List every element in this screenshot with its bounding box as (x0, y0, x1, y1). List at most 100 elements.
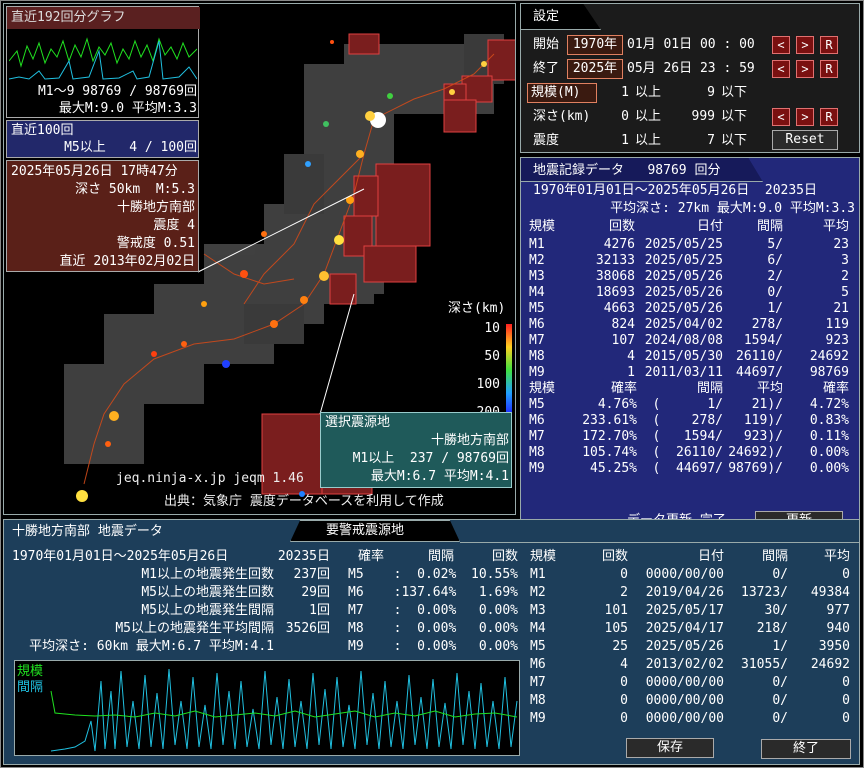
prob-head-rate: 確率 (357, 549, 384, 564)
start-reset-button[interactable]: R (820, 36, 838, 54)
start-prev-button[interactable]: < (772, 36, 790, 54)
prob-count: 0.00% (478, 621, 518, 636)
region-cell: 0/ (772, 567, 788, 582)
region-stat-value (274, 638, 330, 656)
region-head-cell: 日付 (697, 549, 724, 564)
region-cell: 2019/04/26 (645, 585, 724, 600)
records-head-cell: 回数 (608, 219, 635, 234)
records-prob-cell: 98769)/ (728, 461, 783, 476)
prob-interval: : 0.00% (378, 603, 457, 618)
prob-count: 1.69% (478, 585, 518, 600)
intensity-min[interactable]: 1 (601, 132, 629, 150)
records-head-cell: 日付 (696, 219, 723, 234)
region-cell: 0000/00/00 (645, 567, 724, 582)
end-reset-button[interactable]: R (820, 60, 838, 78)
records-head-cell: 間隔 (756, 219, 783, 234)
records-prob-cell: ( 44697/ (652, 461, 723, 476)
depth-prev-button[interactable]: < (772, 108, 790, 126)
records-prob-cell: M9 (529, 461, 545, 476)
latest-place: 十勝地方南部 (116, 200, 195, 215)
region-cell: 0000/00/00 (645, 675, 724, 690)
records-head-cell: 平均 (822, 219, 849, 234)
region-head-cell: 規模 (530, 549, 557, 564)
start-datetime[interactable]: 01月 01日 00 : 00 (627, 36, 755, 54)
start-year-field[interactable]: 1970年 (567, 35, 623, 55)
prob-mag: M7 (348, 603, 364, 618)
region-cell: 0/ (772, 675, 788, 690)
region-stat-label: M5以上の地震発生平均間隔 (115, 621, 274, 636)
region-stat-value: 237回 (293, 567, 330, 582)
region-cell: 31055/ (741, 657, 788, 672)
depth-tick-100: 100 (476, 377, 500, 392)
prob-mag: M8 (348, 621, 364, 636)
region-days: 20235日 (277, 549, 330, 564)
depth-reset-button[interactable]: R (820, 108, 838, 126)
selected-source-box: 選択震源地 十勝地方南部 M1以上 237 / 98769回 最大M:6.7 平… (320, 412, 512, 488)
depth-max-cond: 以下 (721, 109, 748, 124)
depth-next-button[interactable]: > (796, 108, 814, 126)
region-cell: 2 (620, 585, 628, 600)
credit-source: 出典：気象庁 震度データベースを利用して作成 (164, 494, 444, 509)
region-head-cell: 平均 (823, 549, 850, 564)
map-panel[interactable]: 直近192回分グラフ M1～9 98769 / 98769回 最大M:9.0 平… (3, 3, 516, 515)
region-cell: 13723/ (741, 585, 788, 600)
region-stat-label: M5以上の地震発生間隔 (141, 603, 274, 618)
scale-min-cond: 以上 (635, 85, 662, 100)
depth-min[interactable]: 0 (601, 108, 629, 126)
records-range: 1970年01月01日～2025年05月26日 20235日 (533, 183, 818, 198)
region-cell: 2025/04/17 (645, 621, 724, 636)
intensity-max[interactable]: 7 (671, 132, 715, 150)
region-cell: 2025/05/26 (645, 639, 724, 654)
region-title[interactable]: 十勝地方南部 地震データ (12, 523, 163, 541)
scale-label[interactable]: 規模(M) (527, 83, 597, 103)
intensity-min-cond: 以上 (635, 133, 662, 148)
region-cell: 25 (612, 639, 628, 654)
quit-button[interactable]: 終了 (761, 739, 851, 759)
depth-legend-title: 深さ(km) (448, 301, 506, 316)
recent100-box: 直近100回 M5以上 4 / 100回 (6, 120, 199, 158)
start-label: 開始 (533, 37, 560, 52)
reset-button[interactable]: Reset (772, 130, 838, 150)
region-cell: 1/ (772, 639, 788, 654)
region-cell: 49384 (810, 585, 850, 600)
scale-min[interactable]: 1 (601, 84, 629, 102)
region-cell: 0 (620, 675, 628, 690)
region-cell: 101 (604, 603, 628, 618)
region-cell: 0 (842, 693, 850, 708)
records-head-cell: 規模 (529, 219, 556, 234)
credit-site: jeq.ninja-x.jp jeqm 1.46 (116, 471, 304, 486)
region-stat-value: 29回 (301, 585, 330, 600)
region-cell: 940 (826, 621, 850, 636)
region-cell: 0000/00/00 (645, 693, 724, 708)
region-cell: M3 (530, 603, 546, 618)
region-cell: M2 (530, 585, 546, 600)
region-cell: M9 (530, 711, 546, 726)
region-cell: M6 (530, 657, 546, 672)
latest-recent: 直近 2013年02月02日 (59, 254, 195, 269)
end-next-button[interactable]: > (796, 60, 814, 78)
region-cell: 105 (604, 621, 628, 636)
scale-max[interactable]: 9 (671, 84, 715, 102)
region-topline (460, 542, 860, 543)
prob-count: 0.00% (478, 603, 518, 618)
save-button[interactable]: 保存 (626, 738, 714, 758)
end-prev-button[interactable]: < (772, 60, 790, 78)
recent192-line1: M1～9 98769 / 98769回 (37, 84, 197, 99)
prob-count: 0.00% (478, 639, 518, 654)
recent100-line: M5以上 4 / 100回 (64, 140, 197, 155)
end-year-field[interactable]: 2025年 (567, 59, 623, 79)
end-datetime[interactable]: 05月 26日 23 : 59 (627, 60, 755, 78)
prob-interval: :137.64% (378, 585, 457, 600)
region-head-cell: 回数 (601, 549, 628, 564)
selected-place: 十勝地方南部 (430, 433, 509, 448)
region-cell: 0000/00/00 (645, 711, 724, 726)
start-next-button[interactable]: > (796, 36, 814, 54)
end-label: 終了 (533, 61, 560, 76)
region-cell: 30/ (764, 603, 788, 618)
region-cell: 0 (620, 711, 628, 726)
depth-min-cond: 以上 (635, 109, 662, 124)
settings-title: 設定 (533, 9, 560, 24)
region-cell: 0 (620, 567, 628, 582)
depth-max[interactable]: 999 (671, 108, 715, 126)
region-cell: 4 (620, 657, 628, 672)
